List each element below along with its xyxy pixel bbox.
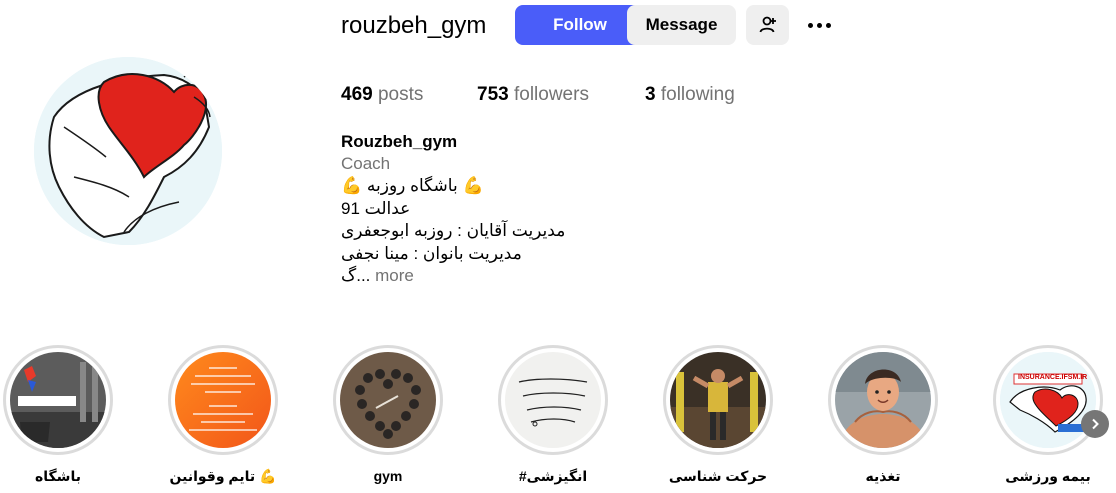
highlight-cover: INSURANCE.IFSM.IR [1000, 352, 1096, 448]
highlight-ring [828, 345, 938, 455]
bio-line: 💪 باشگاه روزبه 💪 [341, 176, 484, 195]
highlight-cover [175, 352, 271, 448]
highlight-gym[interactable]: gym [333, 345, 443, 484]
highlight-label: باشگاه [35, 468, 81, 484]
bio-full-name: Rouzbeh_gym [341, 132, 458, 151]
bio-truncated-text: گ... [341, 266, 371, 285]
following-count-stat[interactable]: 3 following [645, 84, 735, 106]
followers-count: 753 [477, 84, 509, 105]
highlight-label: #انگیزشی [518, 468, 588, 484]
story-highlights: INSURANCE.IFSM.IR بیمه ورزشی تغذیه حرکت … [0, 345, 1116, 493]
highlight-ring [498, 345, 608, 455]
highlight-movement[interactable]: حرکت شناسی [663, 345, 773, 485]
more-options-icon[interactable] [803, 10, 835, 40]
highlights-next-button[interactable] [1081, 410, 1109, 438]
followers-label: followers [513, 84, 589, 105]
posts-label: posts [377, 84, 424, 105]
profile-avatar[interactable] [34, 57, 222, 245]
insurance-cover-text: INSURANCE.IFSM.IR [1018, 374, 1088, 381]
message-button[interactable]: Message [627, 5, 736, 45]
flexed-arm-heart-logo [34, 57, 222, 245]
posts-count-stat: 469 posts [341, 84, 423, 106]
bio-line: عدالت 91 [341, 198, 411, 218]
bio-category: Coach [341, 154, 391, 173]
highlight-ring [663, 345, 773, 455]
bio-more-link[interactable]: more [375, 266, 414, 285]
following-label: following [660, 84, 735, 105]
highlight-nutrition[interactable]: تغذیه [828, 345, 938, 485]
profile-bio: Rouzbeh_gym Coach 💪 باشگاه روزبه 💪 عدالت… [341, 131, 601, 287]
bio-line: مدیریت آقایان : روزبه ابوجعفری [341, 221, 566, 240]
highlight-cover [10, 352, 106, 448]
highlight-ring [3, 345, 113, 455]
highlight-label: حرکت شناسی [668, 468, 768, 484]
following-count: 3 [645, 84, 656, 105]
highlight-label: تایم وقوانین 💪 [169, 468, 277, 484]
highlight-cover [835, 352, 931, 448]
avatar-image [34, 57, 222, 245]
highlight-label: gym [373, 468, 403, 484]
posts-count: 469 [341, 84, 373, 105]
highlight-gym-fa[interactable]: باشگاه [3, 345, 113, 485]
highlight-motivation[interactable]: #انگیزشی [498, 345, 608, 485]
highlight-label: تغذیه [865, 468, 901, 484]
highlight-ring: INSURANCE.IFSM.IR [993, 345, 1103, 455]
highlight-cover [340, 352, 436, 448]
highlight-schedule-rules[interactable]: تایم وقوانین 💪 [168, 345, 278, 485]
profile-username: rouzbeh_gym [341, 12, 487, 39]
highlight-label: بیمه ورزشی [1005, 468, 1091, 484]
highlight-ring [333, 345, 443, 455]
chevron-right-icon [1092, 418, 1099, 430]
follow-button[interactable]: Follow [515, 5, 645, 45]
followers-count-stat[interactable]: 753 followers [477, 84, 589, 106]
highlight-cover [670, 352, 766, 448]
bio-truncated-row: گ... more [341, 265, 601, 287]
suggested-users-button[interactable] [746, 5, 789, 45]
highlight-cover [505, 352, 601, 448]
highlight-ring [168, 345, 278, 455]
add-user-icon [759, 16, 776, 33]
bio-line: مدیریت بانوان : مینا نجفی [341, 243, 522, 263]
